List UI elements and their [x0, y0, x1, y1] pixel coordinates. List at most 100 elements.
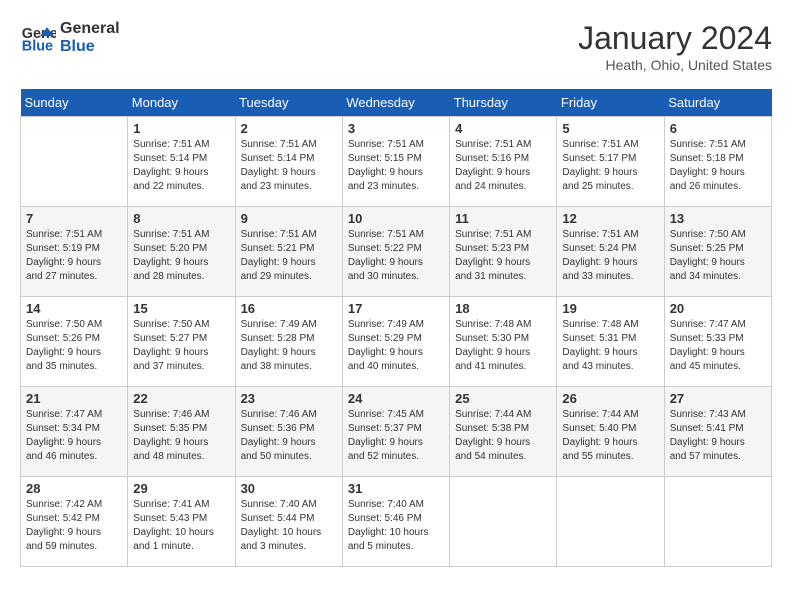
day-cell: 19 Sunrise: 7:48 AM Sunset: 5:31 PM Dayli… [557, 297, 664, 387]
day-number: 7 [26, 211, 122, 226]
day-number: 11 [455, 211, 551, 226]
day-info: Sunrise: 7:50 AM Sunset: 5:25 PM Dayligh… [670, 228, 766, 284]
day-number: 4 [455, 121, 551, 136]
day-number: 22 [133, 391, 229, 406]
day-number: 27 [670, 391, 766, 406]
day-info: Sunrise: 7:47 AM Sunset: 5:33 PM Dayligh… [670, 318, 766, 374]
day-info: Sunrise: 7:48 AM Sunset: 5:30 PM Dayligh… [455, 318, 551, 374]
day-cell: 15Sunrise: 7:50 AM Sunset: 5:27 PM Dayli… [128, 297, 235, 387]
weekday-header-thursday: Thursday [450, 89, 557, 117]
week-row-2: 7 Sunrise: 7:51 AM Sunset: 5:19 PM Daylig… [21, 207, 772, 297]
month-title: January 2024 [578, 20, 772, 57]
day-cell [450, 477, 557, 567]
day-info: Sunrise: 7:51 AM Sunset: 5:19 PM Dayligh… [26, 228, 122, 284]
title-block: January 2024 Heath, Ohio, United States [578, 20, 772, 73]
day-cell: 13 Sunrise: 7:50 AM Sunset: 5:25 PM Dayli… [664, 207, 771, 297]
day-cell: 27Sunrise: 7:43 AM Sunset: 5:41 PM Dayli… [664, 387, 771, 477]
day-number: 17 [348, 301, 444, 316]
day-info: Sunrise: 7:50 AM Sunset: 5:26 PM Dayligh… [26, 318, 122, 374]
day-info: Sunrise: 7:51 AM Sunset: 5:22 PM Dayligh… [348, 228, 444, 284]
day-info: Sunrise: 7:42 AM Sunset: 5:42 PM Dayligh… [26, 498, 122, 554]
weekday-header-saturday: Saturday [664, 89, 771, 117]
day-cell: 28 Sunrise: 7:42 AM Sunset: 5:42 PM Dayli… [21, 477, 128, 567]
week-row-3: 14 Sunrise: 7:50 AM Sunset: 5:26 PM Dayli… [21, 297, 772, 387]
day-info: Sunrise: 7:41 AM Sunset: 5:43 PM Dayligh… [133, 498, 229, 554]
day-info: Sunrise: 7:51 AM Sunset: 5:17 PM Dayligh… [562, 138, 658, 194]
day-cell: 3 Sunrise: 7:51 AM Sunset: 5:15 PM Daylig… [342, 117, 449, 207]
day-cell: 11 Sunrise: 7:51 AM Sunset: 5:23 PM Dayli… [450, 207, 557, 297]
svg-text:Blue: Blue [22, 39, 53, 55]
day-number: 1 [133, 121, 229, 136]
day-cell: 4Sunrise: 7:51 AM Sunset: 5:16 PM Daylig… [450, 117, 557, 207]
day-info: Sunrise: 7:44 AM Sunset: 5:38 PM Dayligh… [455, 408, 551, 464]
weekday-header-wednesday: Wednesday [342, 89, 449, 117]
day-info: Sunrise: 7:46 AM Sunset: 5:35 PM Dayligh… [133, 408, 229, 464]
day-cell: 30 Sunrise: 7:40 AM Sunset: 5:44 PM Dayli… [235, 477, 342, 567]
day-cell [557, 477, 664, 567]
day-info: Sunrise: 7:51 AM Sunset: 5:20 PM Dayligh… [133, 228, 229, 284]
day-number: 28 [26, 481, 122, 496]
day-cell: 6 Sunrise: 7:51 AM Sunset: 5:18 PM Daylig… [664, 117, 771, 207]
day-cell: 10 Sunrise: 7:51 AM Sunset: 5:22 PM Dayli… [342, 207, 449, 297]
day-info: Sunrise: 7:49 AM Sunset: 5:28 PM Dayligh… [241, 318, 337, 374]
day-info: Sunrise: 7:46 AM Sunset: 5:36 PM Dayligh… [241, 408, 337, 464]
day-cell: 8 Sunrise: 7:51 AM Sunset: 5:20 PM Daylig… [128, 207, 235, 297]
day-number: 5 [562, 121, 658, 136]
day-cell: 23 Sunrise: 7:46 AM Sunset: 5:36 PM Dayli… [235, 387, 342, 477]
weekday-header-monday: Monday [128, 89, 235, 117]
week-row-1: 1 Sunrise: 7:51 AM Sunset: 5:14 PM Daylig… [21, 117, 772, 207]
location: Heath, Ohio, United States [578, 57, 772, 73]
weekday-header-row: SundayMondayTuesdayWednesdayThursdayFrid… [21, 89, 772, 117]
day-cell: 22 Sunrise: 7:46 AM Sunset: 5:35 PM Dayli… [128, 387, 235, 477]
day-info: Sunrise: 7:49 AM Sunset: 5:29 PM Dayligh… [348, 318, 444, 374]
logo-icon: General Blue [20, 20, 56, 56]
day-number: 21 [26, 391, 122, 406]
day-number: 24 [348, 391, 444, 406]
day-info: Sunrise: 7:47 AM Sunset: 5:34 PM Dayligh… [26, 408, 122, 464]
day-number: 31 [348, 481, 444, 496]
day-number: 23 [241, 391, 337, 406]
day-cell: 20 Sunrise: 7:47 AM Sunset: 5:33 PM Dayli… [664, 297, 771, 387]
logo: General Blue General Blue [20, 20, 120, 56]
day-info: Sunrise: 7:51 AM Sunset: 5:21 PM Dayligh… [241, 228, 337, 284]
week-row-4: 21 Sunrise: 7:47 AM Sunset: 5:34 PM Dayli… [21, 387, 772, 477]
day-number: 3 [348, 121, 444, 136]
weekday-header-friday: Friday [557, 89, 664, 117]
day-info: Sunrise: 7:51 AM Sunset: 5:14 PM Dayligh… [241, 138, 337, 194]
day-cell: 5 Sunrise: 7:51 AM Sunset: 5:17 PM Daylig… [557, 117, 664, 207]
day-cell: 2Sunrise: 7:51 AM Sunset: 5:14 PM Daylig… [235, 117, 342, 207]
day-number: 6 [670, 121, 766, 136]
day-cell: 24Sunrise: 7:45 AM Sunset: 5:37 PM Dayli… [342, 387, 449, 477]
day-number: 18 [455, 301, 551, 316]
day-number: 19 [562, 301, 658, 316]
day-cell [664, 477, 771, 567]
day-number: 30 [241, 481, 337, 496]
day-info: Sunrise: 7:40 AM Sunset: 5:44 PM Dayligh… [241, 498, 337, 554]
page-header: General Blue General Blue January 2024 H… [20, 20, 772, 73]
logo-blue: Blue [60, 38, 120, 56]
day-cell: 1Sunrise: 7:51 AM Sunset: 5:14 PM Daylig… [128, 117, 235, 207]
day-info: Sunrise: 7:40 AM Sunset: 5:46 PM Dayligh… [348, 498, 444, 554]
day-cell: 29 Sunrise: 7:41 AM Sunset: 5:43 PM Dayli… [128, 477, 235, 567]
day-cell: 14 Sunrise: 7:50 AM Sunset: 5:26 PM Dayli… [21, 297, 128, 387]
day-cell: 31 Sunrise: 7:40 AM Sunset: 5:46 PM Dayli… [342, 477, 449, 567]
day-number: 13 [670, 211, 766, 226]
day-number: 25 [455, 391, 551, 406]
day-info: Sunrise: 7:51 AM Sunset: 5:23 PM Dayligh… [455, 228, 551, 284]
day-cell: 18 Sunrise: 7:48 AM Sunset: 5:30 PM Dayli… [450, 297, 557, 387]
day-number: 8 [133, 211, 229, 226]
day-number: 10 [348, 211, 444, 226]
day-number: 26 [562, 391, 658, 406]
day-number: 20 [670, 301, 766, 316]
day-info: Sunrise: 7:48 AM Sunset: 5:31 PM Dayligh… [562, 318, 658, 374]
day-info: Sunrise: 7:51 AM Sunset: 5:15 PM Dayligh… [348, 138, 444, 194]
weekday-header-tuesday: Tuesday [235, 89, 342, 117]
day-cell: 16Sunrise: 7:49 AM Sunset: 5:28 PM Dayli… [235, 297, 342, 387]
day-info: Sunrise: 7:50 AM Sunset: 5:27 PM Dayligh… [133, 318, 229, 374]
day-number: 29 [133, 481, 229, 496]
day-info: Sunrise: 7:51 AM Sunset: 5:18 PM Dayligh… [670, 138, 766, 194]
day-info: Sunrise: 7:44 AM Sunset: 5:40 PM Dayligh… [562, 408, 658, 464]
calendar-table: SundayMondayTuesdayWednesdayThursdayFrid… [20, 89, 772, 567]
day-cell: 26 Sunrise: 7:44 AM Sunset: 5:40 PM Dayli… [557, 387, 664, 477]
day-number: 14 [26, 301, 122, 316]
